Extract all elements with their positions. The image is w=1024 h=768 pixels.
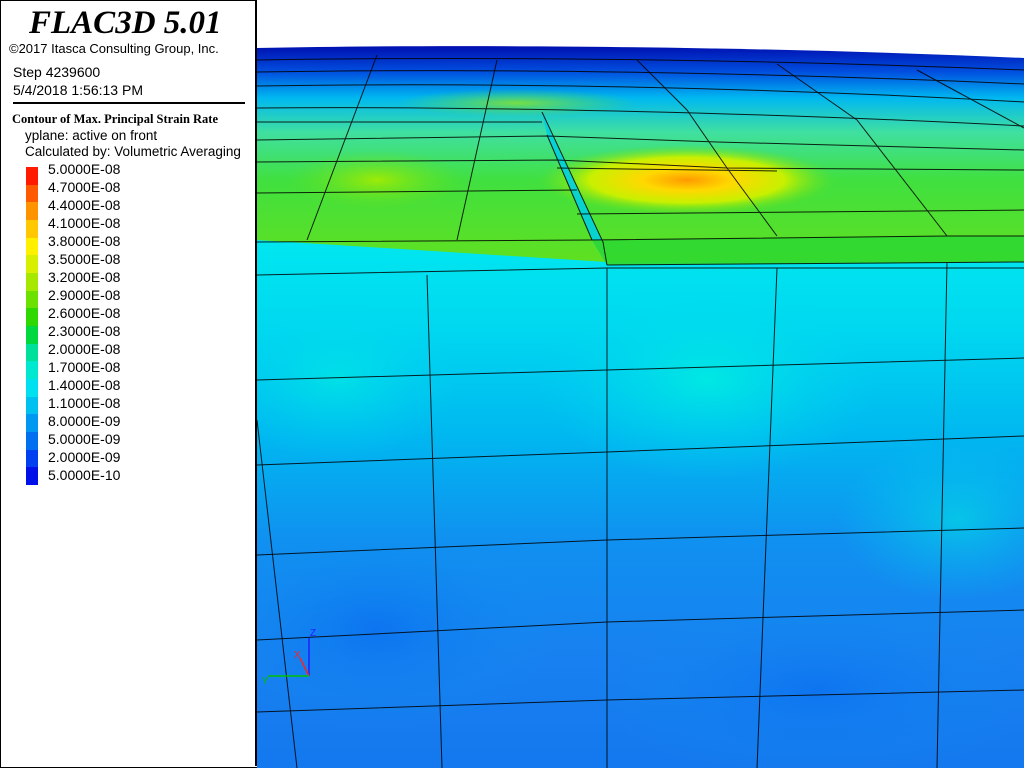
colorbar-swatch	[26, 202, 38, 221]
colorbar-label: 4.4000E-08	[48, 197, 121, 213]
colorbar-label: 3.5000E-08	[48, 251, 121, 267]
colorbar-swatch	[26, 290, 38, 309]
colorbar-label: 2.9000E-08	[48, 287, 121, 303]
y-axis-label: Y	[262, 676, 269, 687]
colorbar-swatch	[26, 326, 38, 344]
contour-render	[257, 46, 1024, 768]
colorbar-label: 3.2000E-08	[48, 269, 121, 285]
legend-divider	[13, 102, 245, 104]
colorbar-swatch	[26, 167, 38, 185]
colorbar-label: 1.4000E-08	[48, 377, 121, 393]
colorbar-label: 4.1000E-08	[48, 215, 121, 231]
model-viewport[interactable]	[257, 0, 1024, 768]
z-axis-label: Z	[310, 628, 317, 639]
colorbar	[26, 167, 38, 486]
colorbar-swatch	[26, 432, 38, 450]
colorbar-label: 4.7000E-08	[48, 179, 121, 195]
colorbar-swatch	[26, 361, 38, 380]
colorbar-label: 2.6000E-08	[48, 305, 121, 321]
colorbar-swatch	[26, 449, 38, 468]
datetime-label: 5/4/2018 1:56:13 PM	[13, 82, 143, 98]
colorbar-label: 2.0000E-08	[48, 341, 121, 357]
colorbar-label: 8.0000E-09	[48, 413, 121, 429]
colorbar-swatch	[26, 467, 38, 486]
step-label: Step 4239600	[13, 64, 101, 80]
legend-panel: FLAC3D 5.01 ©2017 Itasca Consulting Grou…	[1, 1, 257, 766]
colorbar-label: 1.7000E-08	[48, 359, 121, 375]
colorbar-labels: 5.0000E-08 4.7000E-08 4.4000E-08 4.1000E-08…	[48, 160, 120, 484]
colorbar-swatch	[26, 237, 38, 256]
colorbar-label: 5.0000E-08	[48, 161, 121, 177]
copyright-text: ©2017 Itasca Consulting Group, Inc.	[9, 41, 219, 56]
colorbar-label: 2.3000E-08	[48, 323, 121, 339]
colorbar-label: 5.0000E-10	[48, 467, 121, 483]
colorbar-swatch	[26, 273, 38, 291]
colorbar-swatch	[26, 220, 38, 238]
colorbar-swatch	[26, 255, 38, 274]
colorbar-swatch	[26, 343, 38, 362]
colorbar-swatch	[26, 396, 38, 415]
colorbar-label: 3.8000E-08	[48, 233, 121, 249]
colorbar-swatch	[26, 414, 38, 433]
calculated-by-label: Calculated by: Volumetric Averaging	[25, 144, 241, 159]
app-title: FLAC3D 5.01	[29, 5, 222, 41]
x-axis-label: X	[294, 650, 301, 661]
colorbar-swatch	[26, 184, 38, 203]
colorbar-label: 5.0000E-09	[48, 431, 121, 447]
colorbar-label: 1.1000E-08	[48, 395, 121, 411]
plane-label: yplane: active on front	[25, 128, 158, 143]
colorbar-label: 2.0000E-09	[48, 449, 121, 465]
colorbar-swatch	[26, 379, 38, 397]
axis-triad: Z X Y	[262, 626, 322, 687]
colorbar-swatch	[26, 308, 38, 327]
contour-title: Contour of Max. Principal Strain Rate	[12, 112, 219, 126]
